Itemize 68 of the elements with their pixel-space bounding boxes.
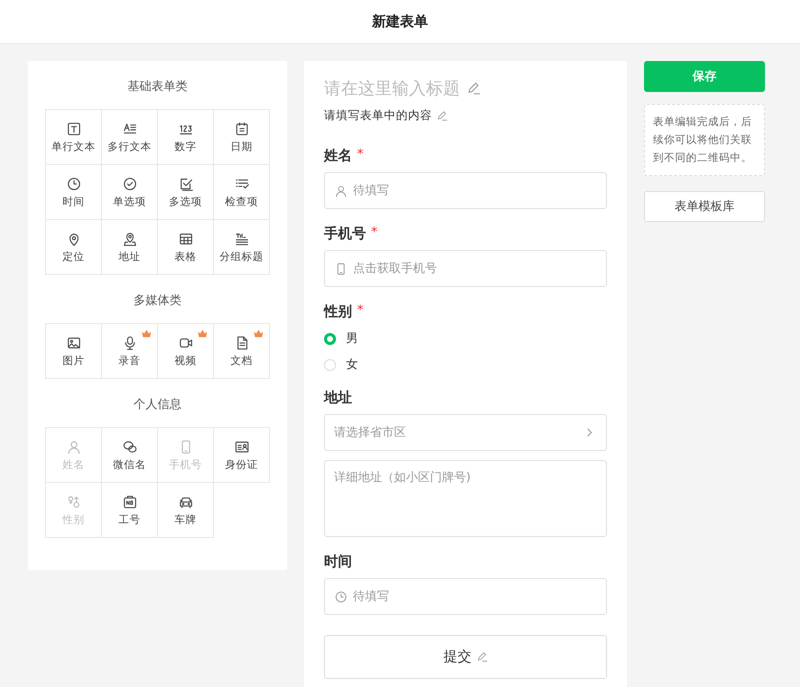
- chat-bubbles-icon: [122, 438, 138, 454]
- field-label: 时间: [324, 553, 352, 571]
- component-tile[interactable]: 地址: [102, 220, 158, 275]
- pencil-icon[interactable]: [466, 81, 481, 96]
- component-tile[interactable]: 表格: [158, 220, 214, 275]
- field-label: 地址: [324, 389, 352, 407]
- component-tile[interactable]: 身份证: [214, 428, 270, 483]
- component-tile[interactable]: 数字: [158, 110, 214, 165]
- field-label: 性别: [324, 303, 352, 321]
- required-asterisk: *: [371, 225, 378, 242]
- crown-icon: [253, 329, 264, 338]
- placeholder-text: 详细地址（如小区门牌号): [334, 469, 471, 486]
- text-lines-icon: [122, 120, 138, 136]
- required-asterisk: *: [357, 147, 364, 164]
- crown-icon: [197, 329, 208, 338]
- person-icon: [334, 184, 348, 198]
- calendar-icon: [234, 120, 250, 136]
- option-label: 男: [346, 330, 358, 347]
- placeholder-text: 点击获取手机号: [353, 260, 437, 277]
- component-tile[interactable]: 检查项: [214, 165, 270, 220]
- submit-button[interactable]: 提交: [324, 635, 607, 679]
- crown-icon: [141, 329, 152, 338]
- person-icon: [66, 438, 82, 454]
- field-label: 手机号: [324, 225, 366, 243]
- section-title: 多媒体类: [134, 292, 182, 309]
- section-title: 个人信息: [134, 396, 182, 413]
- checkbox-icon: [178, 176, 194, 192]
- page-title: 新建表单: [372, 12, 428, 30]
- text-icon: [66, 120, 82, 136]
- component-tile[interactable]: 视频: [158, 324, 214, 379]
- pencil-icon: [476, 651, 488, 663]
- component-tile[interactable]: 录音: [102, 324, 158, 379]
- component-tile[interactable]: 文档: [214, 324, 270, 379]
- check-circle-icon: [122, 176, 138, 192]
- clock-icon: [66, 176, 82, 192]
- chevron-right-icon: [585, 428, 594, 437]
- gender-icon: [66, 494, 82, 510]
- component-tile[interactable]: 多选项: [158, 165, 214, 220]
- section-title: 基础表单类: [128, 78, 188, 95]
- component-tile[interactable]: 时间: [46, 165, 102, 220]
- component-tile[interactable]: 分组标题: [214, 220, 270, 275]
- component-tile[interactable]: 单行文本: [46, 110, 102, 165]
- badge-icon: [122, 494, 138, 510]
- required-asterisk: *: [357, 303, 364, 320]
- image-icon: [66, 334, 82, 350]
- pencil-icon[interactable]: [436, 110, 448, 122]
- map-pin-icon: [122, 230, 138, 246]
- hint-note: 表单编辑完成后，后续你可以将他们关联到不同的二维码中。: [644, 104, 765, 176]
- component-tile[interactable]: 多行文本: [102, 110, 158, 165]
- placeholder-text: 待填写: [353, 588, 389, 605]
- component-tile[interactable]: 车牌: [158, 483, 214, 538]
- component-tile[interactable]: 图片: [46, 324, 102, 379]
- id-card-icon: [234, 438, 250, 454]
- component-tile[interactable]: 定位: [46, 220, 102, 275]
- component-tile[interactable]: 日期: [214, 110, 270, 165]
- radio-button[interactable]: [324, 332, 336, 344]
- component-tile[interactable]: 微信名: [102, 428, 158, 483]
- component-tile[interactable]: 单选项: [102, 165, 158, 220]
- clock-icon: [334, 590, 348, 604]
- component-tile[interactable]: 工号: [102, 483, 158, 538]
- form-description: 请填写表单中的内容: [324, 108, 432, 123]
- placeholder-text: 待填写: [353, 182, 389, 199]
- field-label: 姓名: [324, 147, 352, 165]
- table-icon: [178, 230, 194, 246]
- option-label: 女: [346, 356, 358, 373]
- placeholder-text: 请选择省市区: [334, 424, 406, 441]
- heading-icon: [234, 230, 250, 246]
- template-library-button[interactable]: 表单模板库: [644, 191, 765, 222]
